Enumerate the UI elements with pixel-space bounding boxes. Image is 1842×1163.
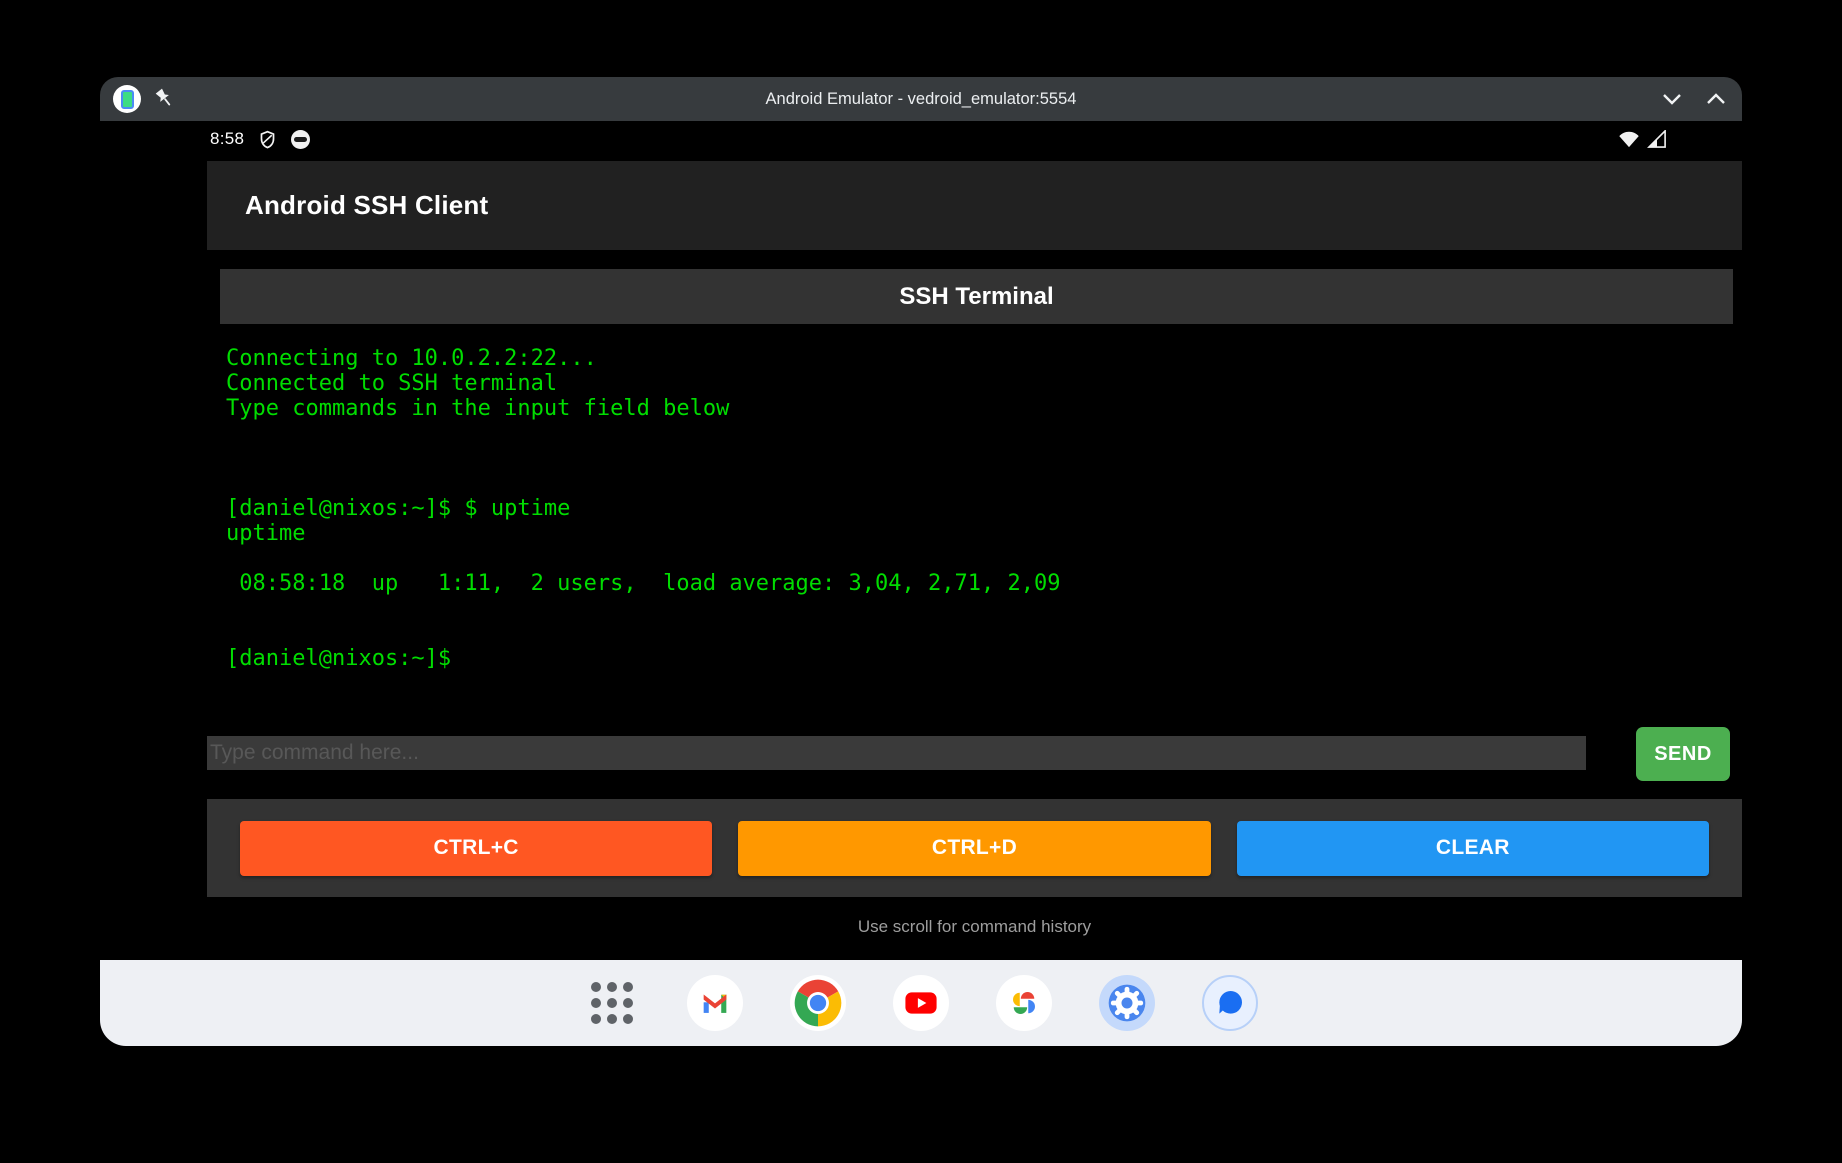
clear-button[interactable]: CLEAR (1237, 821, 1709, 876)
terminal-line: 08:58:18 up 1:11, 2 users, load average:… (226, 571, 1732, 596)
phone-icon (121, 90, 134, 109)
window-controls (1662, 77, 1726, 121)
chevron-up-icon[interactable] (1706, 93, 1726, 105)
command-input[interactable] (207, 736, 1586, 770)
terminal-line: [daniel@nixos:~]$ $ uptime (226, 496, 1732, 521)
app-bar: Android SSH Client (207, 161, 1742, 250)
settings-icon[interactable] (1099, 975, 1155, 1031)
send-button[interactable]: SEND (1636, 727, 1730, 781)
clock: 8:58 (210, 129, 244, 149)
terminal-line: uptime (226, 521, 1732, 546)
shield-icon (259, 130, 276, 149)
window-title: Android Emulator - vedroid_emulator:5554 (100, 77, 1742, 121)
terminal-line: Type commands in the input field below (226, 396, 1732, 421)
terminal-line: Connected to SSH terminal (226, 371, 1732, 396)
terminal-line (226, 546, 1732, 571)
terminal-line (226, 596, 1732, 621)
terminal-line (226, 446, 1732, 471)
control-button-row: CTRL+C CTRL+D CLEAR (207, 799, 1742, 897)
scroll-hint: Use scroll for command history (207, 917, 1742, 937)
pin-icon[interactable] (153, 87, 177, 111)
emulator-window: Android Emulator - vedroid_emulator:5554 (100, 77, 1742, 1046)
cell-signal-icon (1647, 130, 1667, 148)
face-disc-icon (291, 130, 310, 149)
wifi-icon (1618, 130, 1640, 148)
youtube-icon[interactable] (893, 975, 949, 1031)
terminal-line (226, 471, 1732, 496)
terminal-header: SSH Terminal (220, 269, 1733, 324)
terminal-line (226, 421, 1732, 446)
app-drawer-icon[interactable] (584, 975, 640, 1031)
terminal-output[interactable]: Connecting to 10.0.2.2:22... Connected t… (226, 346, 1732, 671)
ctrl-d-button[interactable]: CTRL+D (738, 821, 1210, 876)
chevron-down-icon[interactable] (1662, 93, 1682, 105)
gmail-icon[interactable] (687, 975, 743, 1031)
terminal-header-title: SSH Terminal (899, 283, 1053, 311)
google-photos-icon[interactable] (996, 975, 1052, 1031)
ctrl-c-button[interactable]: CTRL+C (240, 821, 712, 876)
status-right-icons (1618, 130, 1667, 148)
window-titlebar[interactable]: Android Emulator - vedroid_emulator:5554 (100, 77, 1742, 121)
messages-icon[interactable] (1202, 975, 1258, 1031)
terminal-line: [daniel@nixos:~]$ (226, 646, 1732, 671)
desktop: Android Emulator - vedroid_emulator:5554 (0, 0, 1842, 1163)
ssh-client-app: Android SSH Client SSH Terminal Connecti… (207, 161, 1742, 960)
status-bar: 8:58 (100, 121, 1742, 157)
taskbar-dock (100, 960, 1742, 1046)
terminal-line (226, 621, 1732, 646)
app-title: Android SSH Client (245, 190, 488, 221)
terminal-line: Connecting to 10.0.2.2:22... (226, 346, 1732, 371)
emulator-app-icon (113, 85, 141, 113)
chrome-icon[interactable] (790, 975, 846, 1031)
